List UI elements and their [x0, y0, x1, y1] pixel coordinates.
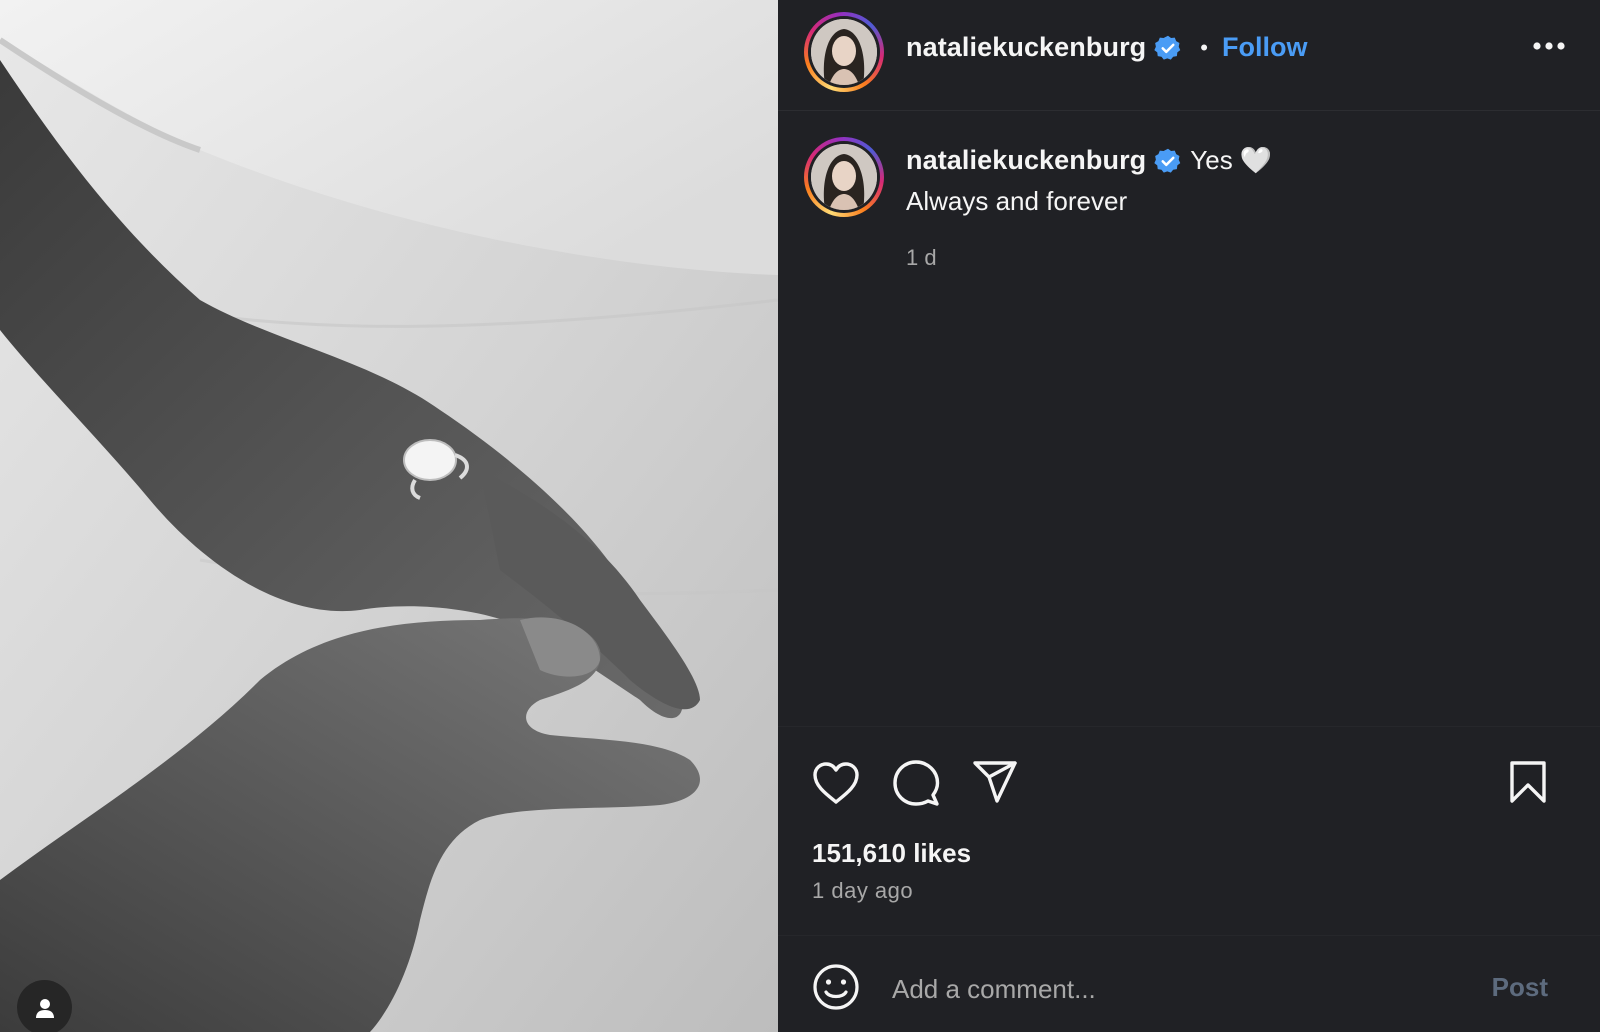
post-comment-button[interactable]: Post — [1492, 972, 1548, 1003]
verified-badge-icon — [1154, 148, 1181, 173]
post-photo-illustration — [0, 0, 778, 1032]
post-header: nataliekuckenburg • Follow — [778, 0, 1600, 111]
user-icon — [35, 998, 54, 1018]
post-date[interactable]: 1 day ago — [812, 878, 913, 904]
header-separator: • — [1200, 34, 1208, 60]
save-button[interactable] — [1508, 760, 1548, 809]
caption-avatar[interactable] — [804, 137, 884, 217]
bookmark-icon — [1510, 761, 1546, 803]
caption-text: Yes 🤍 — [1190, 145, 1273, 175]
post-details-panel: nataliekuckenburg • Follow nataliekucken… — [778, 0, 1600, 1032]
caption: nataliekuckenburg Yes 🤍 Always and forev… — [906, 145, 1566, 271]
header-user: nataliekuckenburg • Follow — [906, 32, 1307, 63]
like-count[interactable]: 151,610 likes — [812, 838, 971, 869]
divider — [778, 726, 1600, 727]
avatar[interactable] — [804, 12, 884, 92]
comment-button[interactable] — [892, 759, 940, 812]
comment-icon — [893, 760, 940, 806]
comment-input[interactable] — [890, 968, 1454, 1010]
like-button[interactable] — [812, 761, 860, 810]
divider — [778, 935, 1600, 936]
profile-photo — [811, 19, 877, 85]
caption-timestamp[interactable]: 1 d — [906, 245, 1566, 271]
more-horizontal-icon — [1533, 42, 1565, 50]
verified-badge-icon — [1154, 35, 1181, 60]
send-icon — [973, 761, 1017, 803]
more-options-button[interactable] — [1532, 38, 1566, 56]
smiley-icon — [813, 964, 859, 1010]
emoji-button[interactable] — [812, 963, 860, 1016]
post-image[interactable] — [0, 0, 778, 1032]
follow-button[interactable]: Follow — [1222, 32, 1307, 63]
caption-username[interactable]: nataliekuckenburg — [906, 145, 1146, 176]
caption-text-line2: Always and forever — [906, 186, 1128, 216]
tagged-users-button[interactable] — [17, 980, 72, 1032]
share-button[interactable] — [972, 760, 1018, 809]
heart-icon — [813, 762, 859, 804]
header-username[interactable]: nataliekuckenburg — [906, 32, 1146, 63]
profile-photo — [811, 144, 877, 210]
